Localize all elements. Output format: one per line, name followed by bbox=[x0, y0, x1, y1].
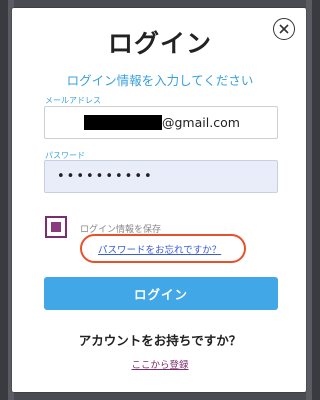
remember-checkbox[interactable] bbox=[45, 216, 67, 238]
email-redaction bbox=[84, 115, 162, 130]
checkbox-check-mark bbox=[51, 222, 61, 232]
password-masked-value: •••••••••• bbox=[57, 169, 154, 184]
email-label: メールアドレス bbox=[45, 96, 101, 105]
forgot-password-link[interactable]: パスワードをお忘れですか？ bbox=[98, 242, 221, 256]
password-field[interactable]: •••••••••• bbox=[44, 160, 278, 193]
dialog-subtitle: ログイン情報を入力してください bbox=[66, 73, 254, 88]
signup-prompt: アカウントをお持ちですか？ bbox=[78, 333, 242, 348]
email-field[interactable]: @gmail.com bbox=[44, 106, 278, 139]
signup-link[interactable]: ここから登録 bbox=[0, 357, 320, 371]
dialog-title: ログイン bbox=[107, 29, 212, 58]
email-value-suffix: @gmail.com bbox=[162, 115, 240, 130]
login-button[interactable]: ログイン bbox=[44, 277, 278, 310]
